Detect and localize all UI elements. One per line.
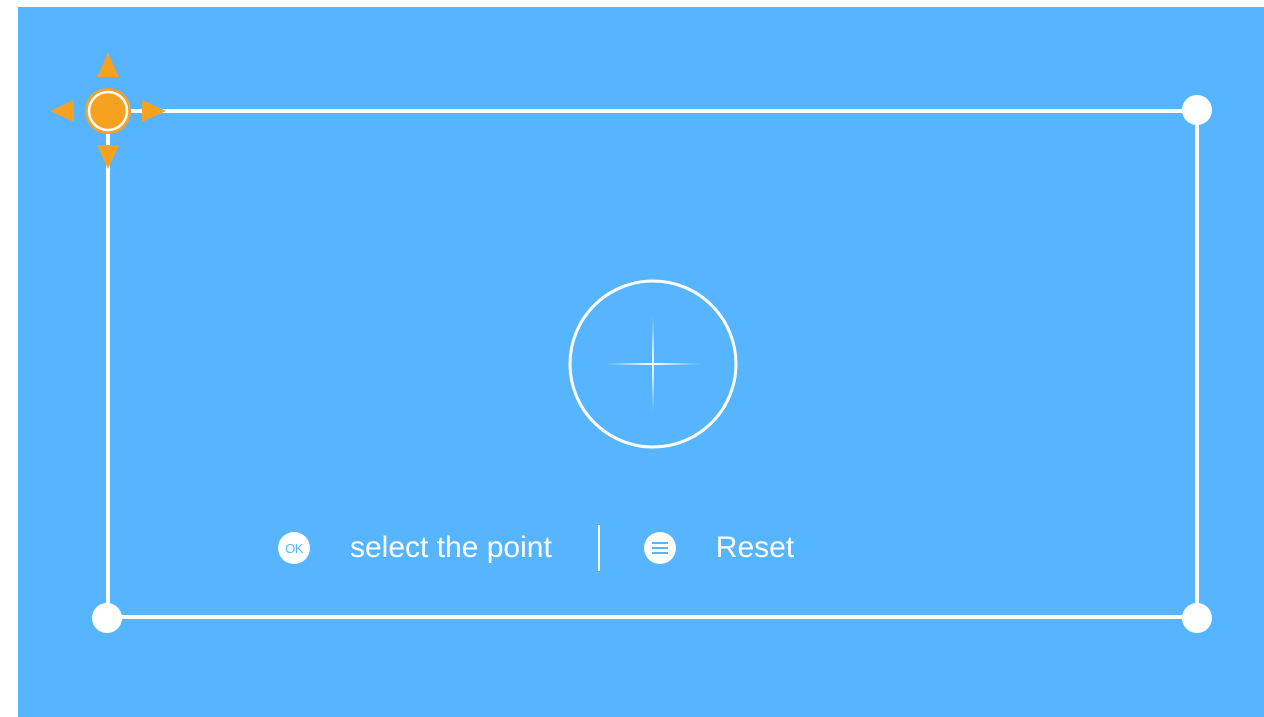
corner-handle-top-left-active[interactable] xyxy=(48,51,168,171)
select-point-hint: select the point xyxy=(350,531,552,564)
ok-badge-label: OK xyxy=(285,540,303,556)
frame-edge-left xyxy=(106,111,110,617)
frame-edge-bottom xyxy=(108,615,1198,619)
keystone-correction-screen: OK select the point Reset xyxy=(18,7,1264,717)
reset-hint: Reset xyxy=(715,531,795,564)
move-arrows-icon xyxy=(50,53,166,169)
frame-edge-right xyxy=(1195,111,1199,617)
corner-handle-bottom-left[interactable] xyxy=(92,603,122,633)
frame-edge-top xyxy=(110,109,1198,113)
menu-lines-icon xyxy=(651,542,668,554)
crosshair-icon xyxy=(568,279,738,449)
corner-handle-top-right[interactable] xyxy=(1182,95,1212,125)
hint-bar: OK select the point Reset xyxy=(278,518,794,578)
center-crosshair xyxy=(568,279,738,449)
hint-divider xyxy=(597,525,600,571)
menu-icon xyxy=(643,532,676,564)
ok-button-icon: OK xyxy=(278,532,310,564)
corner-handle-bottom-right[interactable] xyxy=(1182,603,1212,633)
